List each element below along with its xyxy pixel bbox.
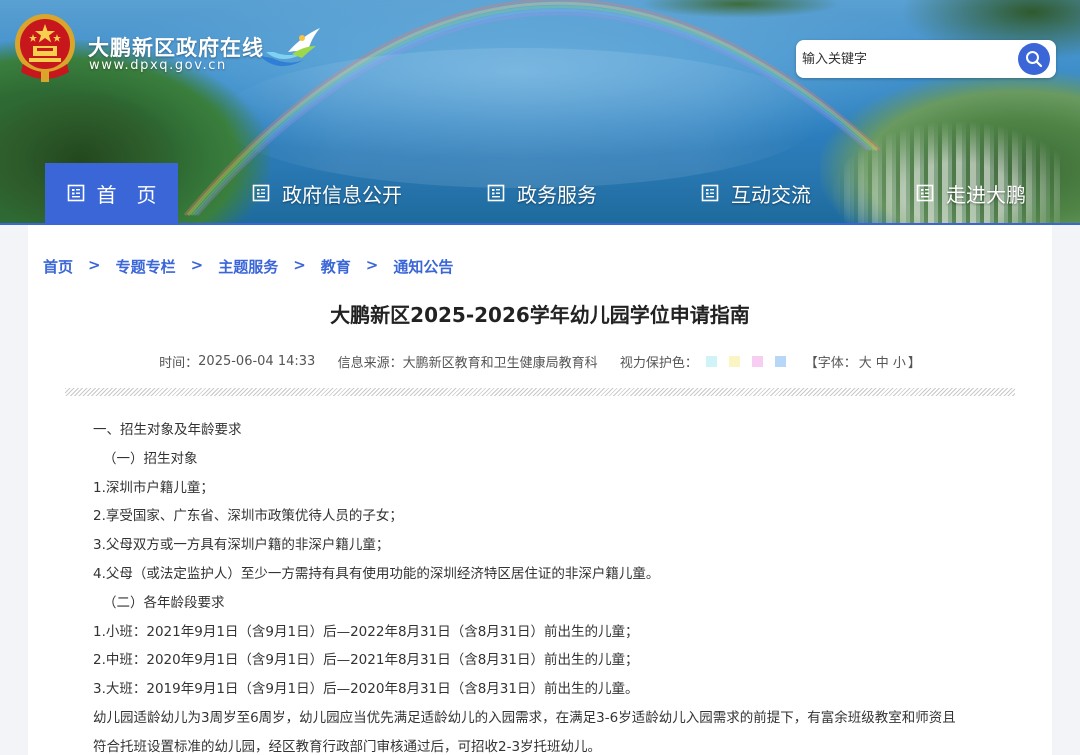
- eye-care-color-pink[interactable]: [752, 356, 764, 367]
- info-source: 大鹏新区教育和卫生健康局教育科: [402, 356, 598, 371]
- nav-item-about-dapeng[interactable]: 走进大鹏: [916, 163, 1026, 223]
- nav-item-gov-info[interactable]: 政府信息公开: [252, 163, 402, 223]
- document-icon: [701, 184, 719, 202]
- site-url[interactable]: www.dpxq.gov.cn: [89, 58, 227, 73]
- article-content: 首页 > 专题专栏 > 主题服务 > 教育 > 通知公告 大鹏新区2025-20…: [0, 225, 1080, 755]
- list-item: 4.父母（或法定监护人）至少一方需持有具有使用功能的深圳经济特区居住证的非深户籍…: [93, 565, 660, 582]
- hatched-divider: [65, 388, 1015, 396]
- breadcrumb-special-topics[interactable]: 专题专栏: [116, 256, 176, 277]
- subsection-heading: （二）各年龄段要求: [103, 594, 225, 611]
- font-size-open: 【字体：: [804, 356, 857, 371]
- breadcrumb-separator: >: [365, 256, 379, 274]
- nav-label: 政务服务: [517, 182, 597, 207]
- main-nav: 首 页 政府信息公开 政务服务 互动交流 走进大鹏: [0, 163, 1080, 223]
- nav-item-home[interactable]: 首 页: [45, 163, 178, 223]
- paragraph: 符合托班设置标准的幼儿园，经区教育行政部门审核通过后，可招收2-3岁托班幼儿。: [93, 738, 602, 755]
- eye-care-color-blue[interactable]: [775, 356, 787, 367]
- font-size-small-button[interactable]: 小: [893, 352, 906, 371]
- breadcrumb-separator: >: [88, 256, 101, 274]
- list-item: 3.父母双方或一方具有深圳户籍的非深户籍儿童；: [93, 537, 390, 554]
- nav-item-interaction[interactable]: 互动交流: [701, 163, 811, 223]
- document-icon: [67, 184, 85, 202]
- eye-care-color-yellow[interactable]: [729, 356, 741, 367]
- breadcrumb-separator: >: [293, 256, 306, 274]
- dapeng-logo-icon: [260, 28, 320, 67]
- article-body: 一、招生对象及年龄要求 （一）招生对象 1.深圳市户籍儿童； 2.享受国家、广东…: [93, 416, 1018, 755]
- list-item: 2.享受国家、广东省、深圳市政策优待人员的子女；: [93, 508, 403, 525]
- nav-label: 首 页: [96, 182, 157, 207]
- section-heading: 一、招生对象及年龄要求: [93, 422, 242, 438]
- breadcrumb: 首页 > 专题专栏 > 主题服务 > 教育 > 通知公告: [43, 256, 453, 277]
- eye-care-color-cyan[interactable]: [706, 356, 718, 367]
- list-item: 1.深圳市户籍儿童；: [93, 479, 214, 496]
- breadcrumb-home[interactable]: 首页: [43, 256, 73, 277]
- font-size-close: 】: [907, 356, 921, 371]
- article-meta: 时间：2025-06-04 14:33 信息来源：大鹏新区教育和卫生健康局教育科…: [0, 352, 1080, 371]
- breadcrumb-theme-services[interactable]: 主题服务: [218, 256, 278, 277]
- search-icon: [1026, 51, 1043, 68]
- header-banner: 大鹏新区政府在线 www.dpxq.gov.cn 首 页 政府信息公开: [0, 0, 1080, 225]
- document-icon: [487, 184, 505, 202]
- source-label: 信息来源：: [337, 356, 403, 371]
- document-icon: [252, 184, 270, 202]
- list-item: 3.大班：2019年9月1日（含9月1日）后—2020年8月31日（含8月31日…: [93, 681, 639, 698]
- time-label: 时间：: [159, 356, 199, 371]
- nav-label: 走进大鹏: [946, 182, 1026, 207]
- nav-label: 政府信息公开: [282, 182, 402, 207]
- document-icon: [916, 184, 934, 202]
- breadcrumb-notices[interactable]: 通知公告: [393, 256, 453, 277]
- nav-item-gov-services[interactable]: 政务服务: [487, 163, 597, 223]
- font-size-medium-button[interactable]: 中: [876, 352, 889, 371]
- list-item: 1.小班：2021年9月1日（含9月1日）后—2022年8月31日（含8月31日…: [93, 623, 639, 640]
- paragraph: 幼儿园适龄幼儿为3周岁至6周岁，幼儿园应当优先满足适龄幼儿的入园需求，在满足3-…: [93, 709, 956, 726]
- eye-care-label: 视力保护色：: [619, 356, 698, 371]
- breadcrumb-education[interactable]: 教育: [321, 256, 351, 277]
- search-button[interactable]: [1018, 43, 1050, 75]
- font-size-large-button[interactable]: 大: [859, 352, 872, 371]
- breadcrumb-separator: >: [190, 256, 204, 274]
- list-item: 2.中班：2020年9月1日（含9月1日）后—2021年8月31日（含8月31日…: [93, 652, 639, 669]
- search-box: [796, 40, 1056, 78]
- publish-time: 2025-06-04 14:33: [198, 354, 316, 369]
- article-title: 大鹏新区2025-2026学年幼儿园学位申请指南: [330, 303, 750, 327]
- national-emblem-icon: [15, 14, 75, 82]
- subsection-heading: （一）招生对象: [103, 450, 198, 467]
- nav-label: 互动交流: [731, 182, 811, 207]
- search-input[interactable]: [800, 44, 1012, 74]
